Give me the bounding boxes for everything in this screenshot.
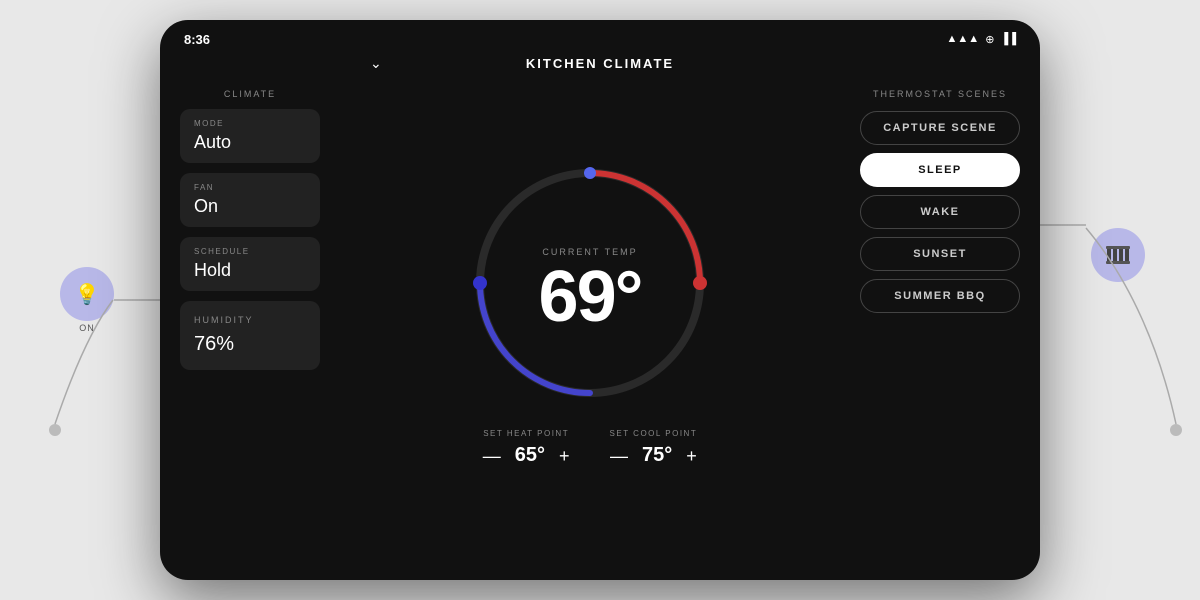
cool-adjuster: — 75° + <box>610 444 697 467</box>
humidity-label: HUMIDITY <box>194 315 306 325</box>
heat-point-value: 65° <box>515 444 545 467</box>
back-chevron-icon[interactable]: ⌄ <box>370 55 382 72</box>
heat-decrease-button[interactable]: — <box>483 447 501 465</box>
tablet-shell: 8:36 ▲▲▲ ⊕ ▐▐ ⌄ KITCHEN CLIMATE CLIMATE … <box>160 20 1040 580</box>
bottom-controls: SET HEAT POINT — 65° + SET COOL POINT — … <box>483 429 697 467</box>
heat-increase-button[interactable]: + <box>559 447 570 465</box>
right-panel: THERMOSTAT SCENES CAPTURE SCENE SLEEP WAKE… <box>860 79 1020 561</box>
signal-icon: ▲▲▲ <box>947 33 980 45</box>
mode-label: MODE <box>194 119 306 128</box>
cool-dot[interactable] <box>473 276 487 290</box>
heat-point-label: SET HEAT POINT <box>483 429 569 438</box>
scene-button-2[interactable]: WAKE <box>860 195 1020 229</box>
cool-increase-button[interactable]: + <box>686 447 697 465</box>
fan-card[interactable]: FAN On <box>180 173 320 227</box>
cool-decrease-button[interactable]: — <box>610 447 628 465</box>
center-panel: CURRENT TEMP 69° SET HEAT POINT — 65° + … <box>340 79 840 561</box>
battery-icon: ▐▐ <box>1000 33 1016 45</box>
status-icons: ▲▲▲ ⊕ ▐▐ <box>947 33 1016 46</box>
thermostat-dial: CURRENT TEMP 69° <box>460 153 720 413</box>
scene-button-3[interactable]: SUNSET <box>860 237 1020 271</box>
schedule-card[interactable]: SCHEDULE Hold <box>180 237 320 291</box>
mode-value: Auto <box>194 132 306 153</box>
current-temp-label: CURRENT TEMP <box>539 247 642 257</box>
scene-button-4[interactable]: SUMMER BBQ <box>860 279 1020 313</box>
page-title: KITCHEN CLIMATE <box>526 56 674 71</box>
fan-value: On <box>194 196 306 217</box>
climate-section-title: CLIMATE <box>180 89 320 99</box>
status-bar: 8:36 ▲▲▲ ⊕ ▐▐ <box>160 20 1040 50</box>
fan-label: FAN <box>194 183 306 192</box>
scene-button-1[interactable]: SLEEP <box>860 153 1020 187</box>
current-temp-value: 69° <box>539 257 642 337</box>
nav-bar: ⌄ KITCHEN CLIMATE <box>160 50 1040 79</box>
scenes-list: CAPTURE SCENE SLEEP WAKE SUNSET SUMMER BBQ <box>860 111 1020 313</box>
mode-card[interactable]: MODE Auto <box>180 109 320 163</box>
left-panel: CLIMATE MODE Auto FAN On SCHEDULE Hold H… <box>180 79 320 561</box>
main-content: CLIMATE MODE Auto FAN On SCHEDULE Hold H… <box>160 79 1040 571</box>
cool-point-label: SET COOL POINT <box>610 429 698 438</box>
humidity-card: HUMIDITY 76% <box>180 301 320 370</box>
heat-point-control: SET HEAT POINT — 65° + <box>483 429 570 467</box>
scene-button-0[interactable]: CAPTURE SCENE <box>860 111 1020 145</box>
scenes-title: THERMOSTAT SCENES <box>860 89 1020 99</box>
heat-handle[interactable] <box>584 167 596 179</box>
status-time: 8:36 <box>184 32 210 47</box>
radiator-icon <box>1091 228 1145 282</box>
cool-point-value: 75° <box>642 444 672 467</box>
schedule-label: SCHEDULE <box>194 247 306 256</box>
heat-adjuster: — 65° + <box>483 444 570 467</box>
light-icon: 💡 <box>60 267 114 321</box>
cool-point-control: SET COOL POINT — 75° + <box>610 429 698 467</box>
right-node[interactable] <box>1091 228 1145 282</box>
wifi-icon: ⊕ <box>985 33 994 46</box>
schedule-value: Hold <box>194 260 306 281</box>
node-label: ON <box>79 323 95 333</box>
heat-dot[interactable] <box>693 276 707 290</box>
left-node[interactable]: 💡 ON <box>60 267 114 333</box>
dial-center: CURRENT TEMP 69° <box>539 247 642 333</box>
humidity-value: 76% <box>194 333 306 356</box>
